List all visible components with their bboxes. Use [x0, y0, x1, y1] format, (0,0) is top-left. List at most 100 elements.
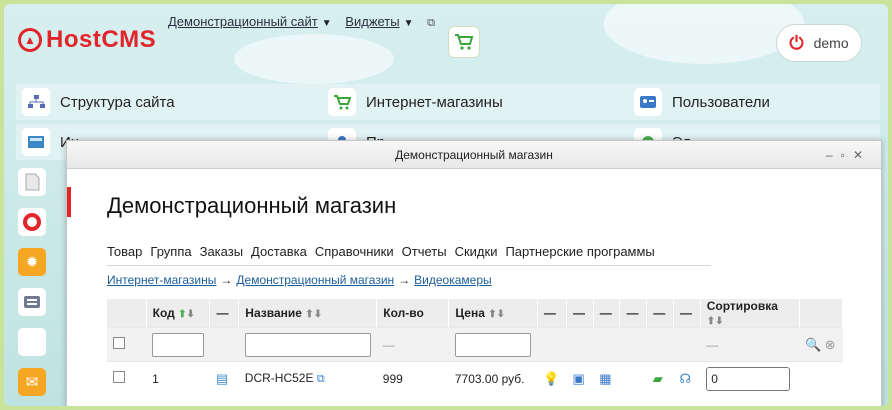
menu-item-group[interactable]: Группа — [150, 244, 191, 259]
menu-item-reports[interactable]: Отчеты — [402, 244, 447, 259]
menu-item-delivery[interactable]: Доставка — [251, 244, 307, 259]
window-controls: –▫✕ — [826, 141, 871, 169]
filter-empty — [566, 327, 594, 362]
power-icon: ⏻ — [789, 33, 804, 53]
page-title: Демонстрационный магазин — [107, 193, 397, 218]
search-icon[interactable]: 🔍 — [805, 337, 821, 353]
filter-select-all[interactable] — [107, 327, 147, 362]
menu-item-discounts[interactable]: Скидки — [455, 244, 498, 259]
menu-item-product[interactable]: Товар — [107, 244, 142, 259]
filter-name-input[interactable] — [244, 332, 371, 357]
table-header-row: Код ⬆⬇ — Название ⬆⬇ Кол-во Цена ⬆⬇ — — … — [107, 299, 844, 328]
sitemap-icon — [22, 88, 50, 116]
close-icon[interactable]: ✕ — [853, 148, 871, 162]
header-dash: — — [673, 299, 701, 328]
filter-code-input[interactable] — [152, 332, 204, 357]
app-background: ▲ HostCMS Демонстрационный сайт ▼ Виджеты… — [4, 4, 888, 406]
row-action: ☊ — [673, 361, 701, 396]
dashboard-item-users[interactable]: Пользователи — [634, 84, 770, 120]
shop-cart-button[interactable] — [448, 26, 480, 58]
dashboard-item-support[interactable] — [18, 204, 62, 240]
row-action — [799, 361, 843, 396]
cart-icon — [328, 88, 356, 116]
row-price: 7703.00 руб. — [448, 361, 538, 396]
row-checkbox[interactable] — [113, 371, 125, 384]
filter-empty — [646, 327, 674, 362]
dashboard-item-documents[interactable] — [18, 164, 62, 200]
breadcrumb-link[interactable]: Интернет-магазины — [107, 273, 216, 287]
user-menu-button[interactable]: ⏻ demo — [776, 24, 862, 62]
open-window-icon[interactable]: ⧉ — [317, 373, 325, 386]
widgets-menu[interactable]: Виджеты — [345, 14, 399, 29]
clear-filter-icon[interactable]: ⊗ — [825, 337, 836, 353]
window-title: Демонстрационный магазин — [395, 148, 553, 162]
row-action — [619, 361, 647, 396]
maximize-icon[interactable]: ▫ — [841, 148, 853, 162]
list-icon — [18, 288, 46, 316]
document-icon — [18, 168, 46, 196]
menu-item-affiliate[interactable]: Партнерские программы — [505, 244, 654, 259]
dashboard-item-shops[interactable]: Интернет-магазины — [328, 84, 503, 120]
lightbulb-icon[interactable]: 💡 — [543, 371, 559, 387]
filter-empty — [673, 327, 701, 362]
row-name[interactable]: DCR-HC52E — [245, 371, 314, 385]
table-row[interactable]: 1 ▤ DCR-HC52E ⧉ 999 7703.00 руб. 💡 ▣ ▦ ▰… — [107, 361, 843, 396]
shop-menu: Товар Группа Заказы Доставка Справочники… — [107, 244, 711, 266]
shop-window: Демонстрационный магазин –▫✕ Демонстраци… — [66, 140, 882, 406]
dashboard-item-label: Пользователи — [672, 93, 770, 111]
header-sort[interactable]: Сортировка ⬆⬇ — [700, 299, 800, 328]
filter-actions: 🔍 ⊗ — [799, 327, 843, 362]
cloud-decoration — [604, 4, 804, 64]
menu-item-references[interactable]: Справочники — [315, 244, 394, 259]
users-icon — [634, 88, 662, 116]
comments-icon[interactable]: ☊ — [680, 371, 692, 387]
dashboard-item-blank[interactable] — [18, 324, 62, 360]
lifebuoy-icon — [18, 208, 46, 236]
row-type: ▤ — [209, 361, 239, 396]
cart-icon — [455, 34, 474, 50]
filter-price-input[interactable] — [454, 332, 532, 357]
header-code[interactable]: Код ⬆⬇ — [146, 299, 211, 328]
filter-empty — [537, 327, 567, 362]
breadcrumb-link[interactable]: Видеокамеры — [414, 273, 491, 287]
sort-desc-icon: ⬇ — [186, 309, 195, 320]
cloud-decoration — [234, 34, 394, 84]
caret-down-icon[interactable]: ▼ — [404, 18, 414, 29]
window-titlebar[interactable]: Демонстрационный магазин –▫✕ — [67, 141, 881, 169]
header-price[interactable]: Цена ⬆⬇ — [448, 299, 538, 328]
dashboard-item-label: Интернет-магазины — [366, 93, 503, 111]
filter-row: — — 🔍 ⊗ — [107, 327, 843, 362]
breadcrumb-link[interactable]: Демонстрационный магазин — [236, 273, 394, 287]
dashboard-item-modules[interactable]: ✹ — [18, 244, 62, 280]
hostcms-logo[interactable]: ▲ HostCMS — [18, 26, 156, 54]
select-all-checkbox[interactable] — [113, 337, 125, 349]
breadcrumb: Интернет-магазины → Демонстрационный магаз… — [107, 273, 492, 287]
header-name[interactable]: Название ⬆⬇ — [238, 299, 378, 328]
sort-desc-icon: ⬇ — [715, 316, 724, 327]
sort-order-input[interactable]: 0 — [706, 366, 791, 391]
dashboard-item-mail[interactable]: ✉ — [18, 364, 62, 400]
row-action: ▦ — [593, 361, 620, 396]
header-dash: — — [566, 299, 594, 328]
row-sort-cell: 0 — [700, 361, 800, 396]
minimize-icon[interactable]: – — [826, 148, 841, 162]
copy-icon[interactable]: ▦ — [599, 371, 611, 387]
dashboard-item-list[interactable] — [18, 284, 62, 320]
header-dash: — — [209, 299, 240, 328]
edit-window-icon[interactable]: ▣ — [572, 371, 584, 387]
caret-down-icon[interactable]: ▼ — [322, 18, 332, 29]
dashboard-row: Структура сайта Интернет-магазины Пользо… — [16, 84, 880, 120]
external-link-icon[interactable]: ⧉ — [427, 17, 435, 29]
filter-empty — [209, 327, 239, 362]
breadcrumb-arrow-icon: → — [398, 273, 411, 287]
row-action: ▰ — [646, 361, 674, 396]
top-navigation: Демонстрационный сайт ▼ Виджеты ▼ ⧉ — [168, 14, 435, 30]
money-icon[interactable]: ▰ — [653, 371, 663, 387]
active-marker — [67, 187, 71, 217]
dashboard-item-structure[interactable]: Структура сайта — [22, 84, 175, 120]
row-select[interactable] — [107, 361, 147, 396]
menu-item-orders[interactable]: Заказы — [200, 244, 243, 259]
row-name-cell: DCR-HC52E ⧉ — [238, 361, 377, 396]
header-dash: — — [593, 299, 621, 328]
site-selector[interactable]: Демонстрационный сайт — [168, 14, 318, 29]
